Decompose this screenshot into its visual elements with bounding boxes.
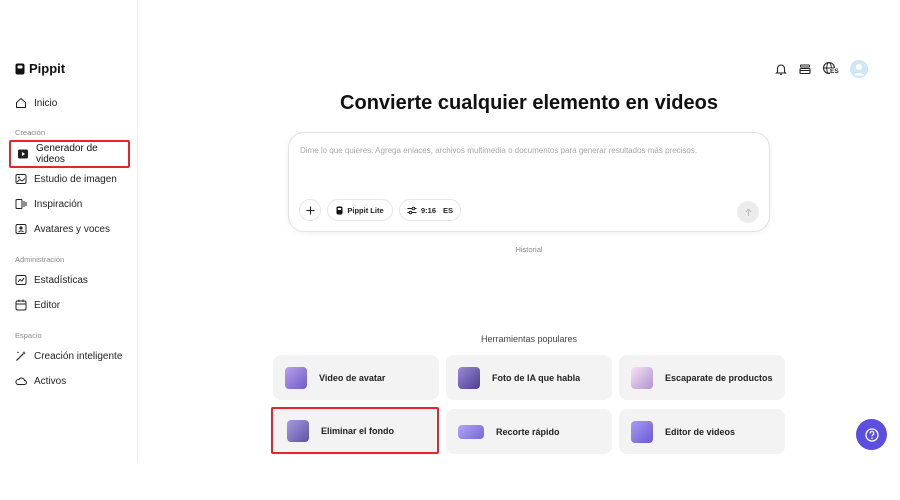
- language-label: ES: [443, 205, 454, 215]
- help-button[interactable]: [856, 419, 887, 450]
- sidebar-item-label: Generador de videos: [36, 143, 98, 165]
- inspiration-icon: [15, 199, 27, 209]
- prompt-placeholder: Dime lo que quieres. Agrega enlaces, arc…: [300, 146, 698, 155]
- tool-card-avatar-video[interactable]: Video de avatar: [273, 355, 439, 400]
- avatar-voice-icon: [15, 224, 27, 234]
- sidebar-item-label: Estadísticas: [34, 274, 88, 286]
- sidebar-item-label: Inicio: [34, 97, 58, 109]
- add-attachment-button[interactable]: [299, 199, 321, 221]
- credits-icon[interactable]: [798, 62, 812, 76]
- settings-selector[interactable]: 9:16 ES: [399, 199, 461, 221]
- tool-card-quick-cut[interactable]: Recorte rápido: [446, 409, 612, 454]
- sidebar-item-image-studio[interactable]: Estudio de imagen: [15, 171, 117, 187]
- section-label-space: Espacio: [15, 331, 42, 340]
- tool-card-label: Editor de videos: [665, 426, 736, 437]
- product-showcase-thumbnail: [631, 366, 653, 389]
- tool-card-product-showcase[interactable]: Escaparate de productos: [619, 355, 785, 400]
- model-label: Pippit Lite: [347, 205, 384, 215]
- sidebar-item-label: Inspiración: [34, 198, 83, 210]
- language-badge: ES: [830, 68, 839, 76]
- section-label-creation: Creación: [15, 128, 46, 137]
- send-button[interactable]: [737, 201, 759, 223]
- avatar-video-thumbnail: [285, 366, 307, 389]
- language-button[interactable]: ES: [822, 61, 840, 77]
- cloud-icon: [15, 377, 27, 385]
- app-name: Pippit: [29, 61, 66, 76]
- sidebar-item-home[interactable]: Inicio: [15, 95, 57, 111]
- stats-icon: [15, 275, 27, 285]
- sidebar-item-label: Creación inteligente: [34, 350, 123, 362]
- user-avatar[interactable]: [850, 60, 868, 78]
- bell-icon[interactable]: [774, 62, 788, 76]
- quick-cut-thumbnail: [458, 424, 484, 439]
- home-icon: [16, 97, 26, 108]
- tool-card-label: Recorte rápido: [496, 426, 560, 437]
- sidebar-item-inspiration[interactable]: Inspiración: [15, 196, 82, 212]
- tool-card-label: Escaparate de productos: [665, 372, 773, 383]
- remove-background-thumbnail: [287, 419, 309, 442]
- tool-card-label: Foto de IA que habla: [492, 372, 581, 383]
- tool-card-remove-background[interactable]: Eliminar el fondo: [271, 407, 439, 454]
- sidebar: Pippit Inicio Creación Generador de vide…: [0, 0, 138, 462]
- plus-icon: [306, 206, 314, 214]
- header-actions: ES: [774, 60, 868, 78]
- sliders-icon: [407, 206, 417, 214]
- history-link[interactable]: Historial: [288, 245, 770, 254]
- sidebar-item-avatars-voices[interactable]: Avatares y voces: [15, 221, 110, 237]
- section-label-administration: Administración: [15, 255, 65, 264]
- sidebar-item-editor[interactable]: Editor: [15, 297, 60, 313]
- sidebar-item-video-generator[interactable]: Generador de videos: [9, 140, 130, 168]
- image-studio-icon: [15, 174, 27, 184]
- question-icon: [864, 427, 879, 442]
- sidebar-item-label: Activos: [34, 375, 67, 387]
- sidebar-item-stats[interactable]: Estadísticas: [15, 272, 88, 288]
- calendar-icon: [15, 299, 27, 311]
- prompt-box[interactable]: Dime lo que quieres. Agrega enlaces, arc…: [288, 132, 770, 232]
- sidebar-item-smart-creation[interactable]: Creación inteligente: [15, 348, 122, 364]
- model-selector[interactable]: Pippit Lite: [327, 199, 393, 221]
- tool-card-video-editor[interactable]: Editor de videos: [619, 409, 785, 454]
- pippit-logo[interactable]: Pippit: [15, 61, 65, 76]
- talking-photo-thumbnail: [458, 366, 480, 389]
- arrow-up-icon: [744, 208, 752, 216]
- tool-card-talking-photo[interactable]: Foto de IA que habla: [446, 355, 612, 400]
- magic-wand-icon: [16, 351, 26, 361]
- pippit-logo-icon: [15, 63, 25, 74]
- sidebar-item-label: Editor: [34, 299, 61, 311]
- ratio-label: 9:16: [420, 205, 436, 215]
- tool-card-label: Eliminar el fondo: [321, 425, 395, 436]
- sidebar-item-label: Avatares y voces: [34, 223, 110, 235]
- pippit-model-icon: [336, 206, 343, 214]
- sidebar-item-label: Estudio de imagen: [34, 173, 117, 185]
- sidebar-item-assets[interactable]: Activos: [15, 373, 66, 389]
- tool-card-label: Video de avatar: [319, 372, 386, 383]
- video-editor-thumbnail: [631, 420, 653, 443]
- video-generator-icon: [18, 149, 28, 159]
- tools-heading: Herramientas populares: [480, 334, 578, 344]
- page-title: Convierte cualquier elemento en videos: [340, 92, 718, 114]
- user-avatar-icon: [850, 60, 868, 78]
